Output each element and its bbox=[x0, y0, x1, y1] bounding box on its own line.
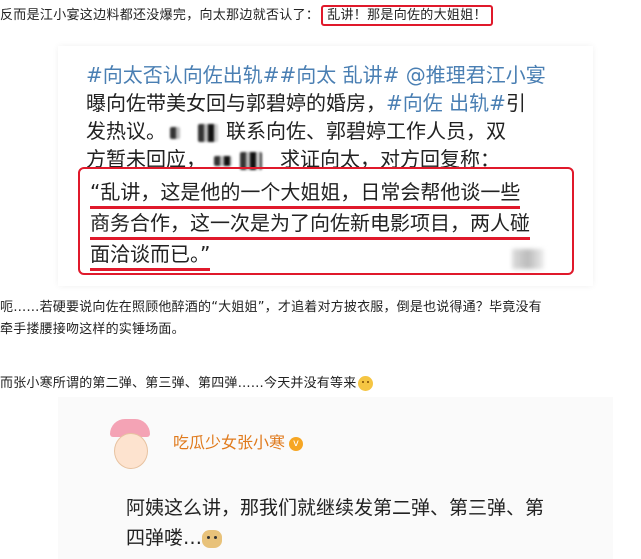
body-p1-line2: 牵手搂腰接吻这样的实锤场面。 bbox=[0, 322, 185, 337]
weibo-line3-end: 联系向佐、郭碧婷工作人员，双 bbox=[226, 119, 506, 143]
quote-line-3: 面洽谈而已。” bbox=[90, 238, 211, 271]
intro-line: 反而是江小宴这边料都还没爆完，向太那边就否认了： 乱讲！那是向佐的大姐姐！ bbox=[0, 4, 493, 26]
quote-line-2: 商务合作，这一次是为了向佐新电影项目，两人碰 bbox=[90, 207, 530, 240]
body-p2-text: 而张小寒所谓的第二弹、第三弹、第四弹……今天并没有等来 bbox=[0, 376, 357, 391]
quote-line-1: “乱讲，这是他的一个大姐姐，日常会帮他谈一些 bbox=[90, 176, 521, 209]
quote-l2a: 商务合作，这一次是为了向佐新电影项目， bbox=[90, 211, 470, 240]
weibo-line2-end: 引 bbox=[505, 91, 526, 115]
weibo-hashtags[interactable]: #向太否认向佐出轨##向太 乱讲# @推理君江小宴 bbox=[86, 62, 546, 88]
body-p2: 而张小寒所谓的第二弹、第三弹、第四弹……今天并没有等来 bbox=[0, 372, 374, 391]
blurred-text bbox=[170, 126, 180, 139]
post-username[interactable]: 吃瓜少女张小寒 v bbox=[173, 429, 304, 453]
weibo-line-2: 曝向佐带美女回与郭碧婷的婚房，#向佐 出轨#引 bbox=[86, 90, 526, 116]
post-line2-text: 四弹喽… bbox=[126, 527, 203, 549]
weibo-line-3: 发热议。 联系向佐、郭碧婷工作人员，双 bbox=[86, 118, 506, 144]
boxed-quote: 乱讲！那是向佐的大姐姐！ bbox=[321, 5, 493, 26]
blurred-text bbox=[214, 155, 232, 166]
intro-text: 反而是江小宴这边料都还没爆完，向太那边就否认了： bbox=[0, 8, 320, 23]
doge-emoji-icon bbox=[202, 529, 223, 548]
username-text[interactable]: 吃瓜少女张小寒 bbox=[173, 433, 285, 452]
verified-badge-icon: v bbox=[289, 436, 304, 451]
weibo-hashtag-chugui[interactable]: #向佐 出轨# bbox=[386, 91, 506, 115]
weibo-line2-text: 曝向佐带美女回与郭碧婷的婚房， bbox=[86, 91, 386, 115]
body-p1-line1: 呃……若硬要说向佐在照顾他醉酒的“大姐姐”，才追着对方披衣服，倒是也说得通？毕竟… bbox=[0, 300, 542, 315]
quote-l3: 面洽谈而已。” bbox=[90, 242, 211, 271]
smile-emoji-icon bbox=[358, 376, 374, 391]
quote-l1: “乱讲，这是他的一个大姐姐，日常会帮他谈一些 bbox=[90, 180, 521, 209]
weibo-line3-start: 发热议。 bbox=[86, 119, 166, 143]
blurred-text bbox=[198, 123, 218, 142]
avatar-cartoon-icon[interactable] bbox=[106, 419, 154, 475]
post-line-1: 阿姨这么讲，那我们就继续发第二弹、第三弹、第 bbox=[126, 497, 545, 519]
quote-l2b: 两人碰 bbox=[470, 211, 530, 240]
blurred-text bbox=[512, 249, 544, 269]
weibo-post-card: 吃瓜少女张小寒 v 阿姨这么讲，那我们就继续发第二弹、第三弹、第 四弹喽… bbox=[58, 397, 613, 559]
post-line-2: 四弹喽… bbox=[126, 523, 223, 550]
